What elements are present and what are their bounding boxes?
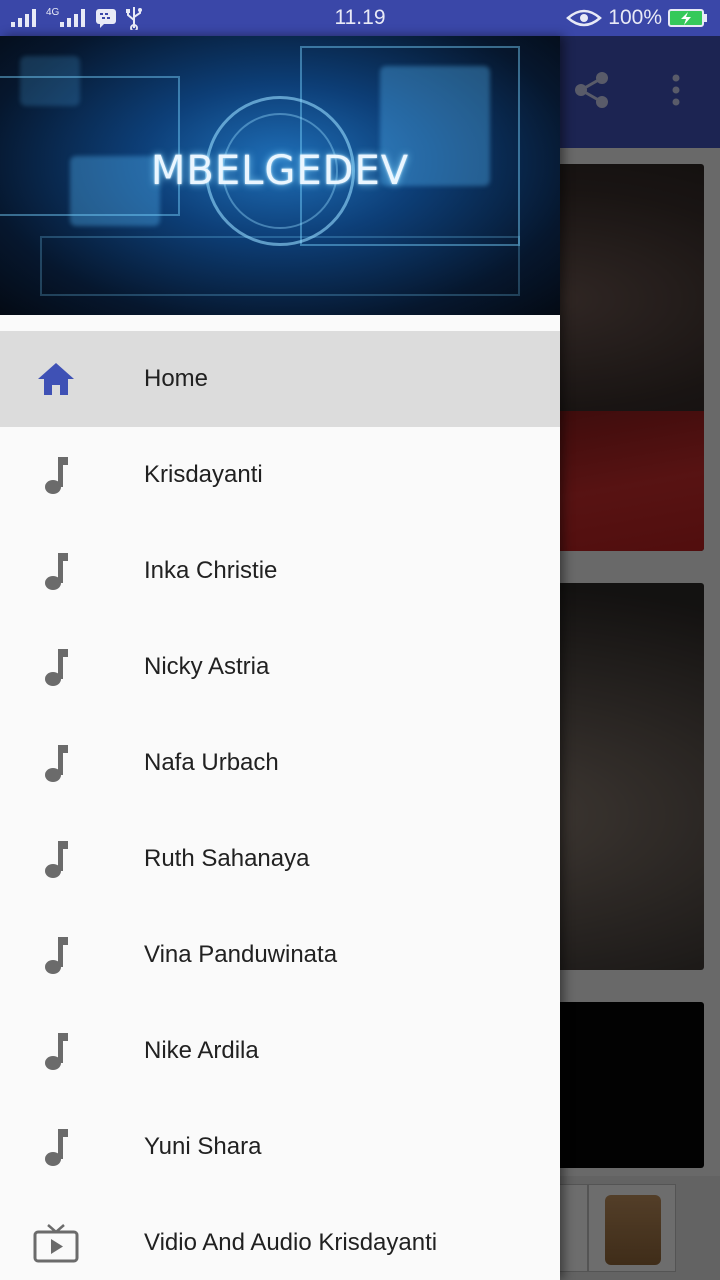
- status-bar: 4G 11.19 100%: [0, 0, 720, 36]
- battery-charging-icon: [668, 9, 707, 27]
- menu-item-label: Inka Christie: [144, 557, 278, 584]
- menu-item-home[interactable]: Home: [0, 331, 560, 427]
- eye-icon: [566, 9, 603, 27]
- music-note-icon: [32, 739, 80, 787]
- menu-item-nike-ardila[interactable]: Nike Ardila: [0, 1003, 560, 1099]
- menu-item-label: Yuni Shara: [144, 1133, 262, 1160]
- music-note-icon: [32, 1123, 80, 1171]
- menu-item-inka-christie[interactable]: Inka Christie: [0, 523, 560, 619]
- menu-item-yuni-shara[interactable]: Yuni Shara: [0, 1099, 560, 1195]
- menu-item-label: Vina Panduwinata: [144, 941, 338, 968]
- navigation-drawer: MBELGEDEV Home Krisdayanti Inka Christie: [0, 36, 560, 1280]
- menu-item-label: Nafa Urbach: [144, 749, 279, 776]
- menu-item-label: Ruth Sahanaya: [144, 845, 310, 872]
- menu-item-nicky-astria[interactable]: Nicky Astria: [0, 619, 560, 715]
- music-note-icon: [32, 1027, 80, 1075]
- menu-item-label: Vidio And Audio Krisdayanti: [144, 1229, 438, 1256]
- music-note-icon: [32, 931, 80, 979]
- menu-item-video-audio-krisdayanti[interactable]: Vidio And Audio Krisdayanti: [0, 1195, 560, 1280]
- drawer-menu: Home Krisdayanti Inka Christie Nicky Ast…: [0, 331, 560, 1280]
- music-note-icon: [32, 835, 80, 883]
- menu-item-label: Nicky Astria: [144, 653, 270, 680]
- tv-play-icon: [32, 1219, 80, 1267]
- menu-item-label: Krisdayanti: [144, 461, 263, 488]
- menu-item-ruth-sahanaya[interactable]: Ruth Sahanaya: [0, 811, 560, 907]
- home-icon: [32, 355, 80, 403]
- drawer-header-title: MBELGEDEV: [150, 148, 410, 194]
- menu-item-vina-panduwinata[interactable]: Vina Panduwinata: [0, 907, 560, 1003]
- status-right-icons: 100%: [566, 6, 708, 30]
- drawer-header: MBELGEDEV: [0, 36, 560, 315]
- menu-item-label: Nike Ardila: [144, 1037, 259, 1064]
- music-note-icon: [32, 547, 80, 595]
- music-note-icon: [32, 451, 80, 499]
- music-note-icon: [32, 643, 80, 691]
- menu-item-krisdayanti[interactable]: Krisdayanti: [0, 427, 560, 523]
- menu-item-label: Home: [144, 365, 209, 392]
- battery-percentage: 100%: [608, 6, 662, 29]
- menu-item-nafa-urbach[interactable]: Nafa Urbach: [0, 715, 560, 811]
